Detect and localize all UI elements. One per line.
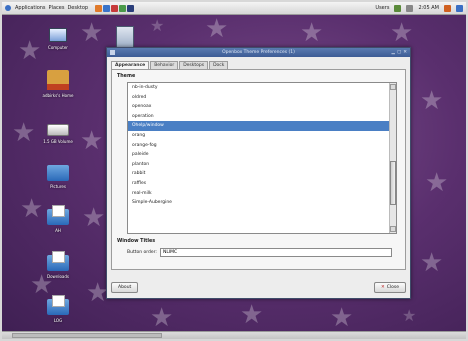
desktop-icon-volume[interactable]: 1.5 GB Volume [33, 118, 83, 144]
dialog-title: Openbox Theme Preferences (1) [222, 50, 295, 55]
tab-appearance[interactable]: Appearance [111, 61, 150, 69]
wallpaper-star: ★ [12, 118, 36, 148]
quit-icon[interactable] [456, 4, 463, 12]
appearance-panel: Theme nb-in-dusty oldred openoax operati… [111, 69, 406, 270]
about-button-label: About [118, 285, 132, 290]
scroll-down-arrow-icon[interactable] [390, 226, 396, 232]
mail-launcher-icon[interactable] [103, 4, 111, 12]
terminal-launcher-icon[interactable] [127, 4, 135, 12]
wallpaper-star: ★ [240, 300, 264, 330]
wallpaper-star: ★ [420, 86, 444, 116]
theme-list-item[interactable]: planton [128, 160, 396, 170]
theme-list-scrollbar[interactable] [389, 83, 396, 233]
folder-icon [47, 165, 69, 181]
tab-desktops[interactable]: Desktops [179, 61, 209, 69]
document-icon[interactable] [116, 26, 134, 48]
home-folder-icon [47, 70, 69, 90]
menu-places[interactable]: Places [49, 5, 65, 11]
theme-list-item[interactable]: real-milk [128, 189, 396, 199]
drive-icon [47, 124, 69, 136]
desktop-icon-label: Computer [48, 45, 68, 50]
desktop-icon-label: 1.5 GB Volume [43, 139, 73, 144]
desktop-icon-home[interactable]: adbirks's Home [33, 70, 83, 98]
button-order-input[interactable]: NLIMC [159, 248, 392, 257]
top-panel: Applications Places Desktop Users 2:05 A… [2, 2, 466, 15]
about-button[interactable]: About [111, 282, 139, 293]
button-order-row: Button order: NLIMC [127, 248, 400, 257]
users-applet[interactable]: Users [375, 5, 389, 11]
theme-list-item[interactable]: raffles [128, 179, 396, 189]
dialog-titlebar[interactable]: Openbox Theme Preferences (1) ▁ ▢ ✕ [107, 48, 410, 57]
theme-list-item[interactable]: operation [128, 112, 396, 122]
tab-bar: Appearance Behavior Desktops Dock [107, 57, 410, 69]
wallpaper-star: ★ [402, 306, 417, 325]
menu-desktop[interactable]: Desktop [67, 5, 88, 11]
top-panel-right: Users 2:05 AM [375, 4, 463, 12]
window-titles-section-title: Window Titles [117, 239, 156, 244]
computer-icon [49, 28, 67, 42]
wallpaper-star: ★ [80, 18, 104, 48]
wallpaper-star: ★ [80, 126, 104, 156]
scroll-up-arrow-icon[interactable] [390, 84, 396, 90]
desktop-icon-label: adbirks's Home [42, 93, 74, 98]
firefox-launcher-icon[interactable] [95, 4, 103, 12]
wallpaper-star: ★ [150, 16, 165, 35]
desktop-icon-pictures[interactable]: Pictures [33, 162, 83, 189]
folder-document-icon [47, 205, 69, 225]
volume-icon[interactable] [406, 4, 414, 12]
button-order-label: Button order: [127, 250, 157, 255]
desktop-icon-label: Downloads [47, 274, 69, 279]
gnome-foot-icon [5, 5, 11, 11]
wallpaper-star: ★ [390, 18, 414, 48]
desktop-icon-downloads[interactable]: Downloads [33, 251, 83, 279]
desktop-icon-ah[interactable]: AH [33, 205, 83, 233]
tab-behavior[interactable]: Behavior [150, 61, 179, 69]
close-button-label: Close [386, 285, 399, 290]
theme-list[interactable]: nb-in-dusty oldred openoax operation Ohe… [127, 82, 397, 234]
theme-list-item[interactable]: openoax [128, 102, 396, 112]
theme-list-item[interactable]: orange-fog [128, 141, 396, 151]
wallpaper-star: ★ [330, 303, 354, 333]
wallpaper-star: ★ [82, 203, 106, 233]
update-notifier-icon[interactable] [444, 4, 451, 12]
folder-document-icon [47, 295, 69, 315]
desktop-icon-log[interactable]: LOG [33, 295, 83, 323]
theme-list-item[interactable]: rabbit [128, 169, 396, 179]
clock[interactable]: 2:05 AM [418, 5, 439, 11]
wallpaper-star: ★ [300, 18, 324, 48]
desktop-icon-label: Pictures [50, 184, 66, 189]
launchers [95, 4, 135, 12]
theme-list-item[interactable]: paleide [128, 150, 396, 160]
close-icon: ✕ [380, 285, 385, 290]
wallpaper-star: ★ [420, 248, 444, 278]
theme-list-item[interactable]: nb-in-dusty [128, 83, 396, 93]
editor-launcher-icon[interactable] [119, 4, 127, 12]
desktop-icon-label: LOG [53, 318, 63, 323]
wallpaper-star: ★ [425, 168, 449, 198]
menu-bar: Applications Places Desktop [5, 5, 88, 11]
theme-list-item[interactable]: orang [128, 131, 396, 141]
desktop-icon-label: AH [55, 228, 61, 233]
preferences-dialog: Openbox Theme Preferences (1) ▁ ▢ ✕ Appe… [106, 47, 411, 299]
help-launcher-icon[interactable] [111, 4, 119, 12]
theme-list-item-selected[interactable]: Ohelp/window [128, 121, 396, 131]
network-icon[interactable] [394, 4, 402, 12]
desktop-icon-computer[interactable]: Computer [33, 24, 83, 50]
theme-list-item[interactable]: Simple-Aubergine [128, 198, 396, 208]
taskbar-window-button[interactable] [12, 333, 162, 338]
tab-dock[interactable]: Dock [209, 61, 229, 69]
dialog-buttons: About ✕ Close [111, 282, 406, 293]
bottom-panel [2, 331, 466, 339]
theme-section-title: Theme [117, 74, 136, 79]
menu-applications[interactable]: Applications [15, 5, 46, 11]
theme-list-item[interactable]: oldred [128, 93, 396, 103]
folder-document-icon [47, 251, 69, 271]
wallpaper-star: ★ [150, 303, 174, 333]
scroll-thumb[interactable] [390, 161, 396, 205]
close-button[interactable]: ✕ Close [373, 282, 406, 293]
wallpaper-star: ★ [205, 14, 229, 44]
